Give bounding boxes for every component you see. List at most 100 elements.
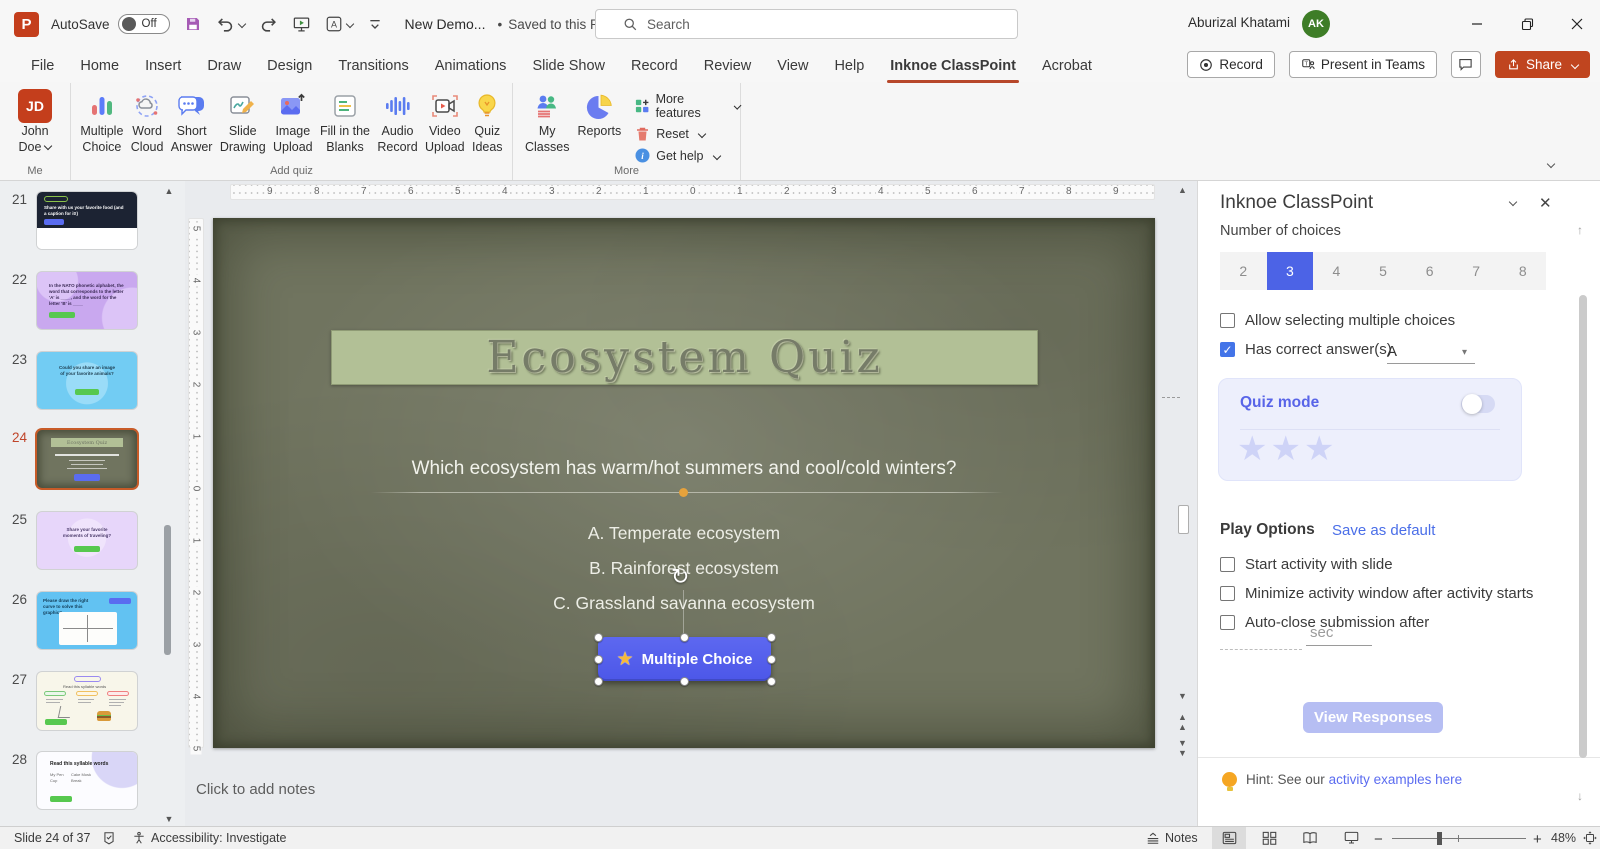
video-upload-button[interactable]: Video Upload xyxy=(425,83,465,155)
reading-view-button[interactable] xyxy=(1293,827,1327,849)
slide-info[interactable]: Slide 24 of 37 xyxy=(14,831,90,845)
minimize-window-row[interactable]: Minimize activity window after activity … xyxy=(1220,585,1533,602)
selection-handle[interactable] xyxy=(767,633,776,642)
choice-4[interactable]: 4 xyxy=(1313,252,1360,290)
slide-canvas[interactable]: Ecosystem Quiz Which ecosystem has warm/… xyxy=(213,218,1155,748)
selection-handle[interactable] xyxy=(680,677,689,686)
audio-record-button[interactable]: Audio Record xyxy=(377,83,418,155)
thumbnails-scroll-up-icon[interactable]: ▲ xyxy=(160,186,178,196)
record-button[interactable]: Record xyxy=(1187,51,1275,78)
slide-question[interactable]: Which ecosystem has warm/hot summers and… xyxy=(213,458,1155,480)
zoom-slider-track[interactable] xyxy=(1392,838,1526,839)
start-slideshow-button[interactable] xyxy=(292,15,311,34)
checkbox-unchecked[interactable] xyxy=(1220,615,1235,630)
fill-in-the-blanks-button[interactable]: Fill in the Blanks xyxy=(320,83,370,155)
accessibility-row[interactable]: Accessibility: Investigate xyxy=(132,831,286,845)
undo-button[interactable] xyxy=(216,15,246,34)
tab-home[interactable]: Home xyxy=(67,52,132,80)
present-in-teams-button[interactable]: T Present in Teams xyxy=(1288,51,1437,78)
activity-examples-link[interactable]: activity examples here xyxy=(1329,772,1463,787)
choice-5[interactable]: 5 xyxy=(1359,252,1407,290)
thumbnails-scroll-down-icon[interactable]: ▼ xyxy=(160,814,178,824)
choice-8[interactable]: 8 xyxy=(1499,252,1547,290)
tab-animations[interactable]: Animations xyxy=(422,52,520,80)
view-responses-button[interactable]: View Responses xyxy=(1303,702,1443,733)
slideshow-view-button[interactable] xyxy=(1334,827,1368,849)
restore-button[interactable] xyxy=(1504,0,1550,48)
my-classes-button[interactable]: My Classes xyxy=(525,83,569,163)
selection-handle[interactable] xyxy=(767,677,776,686)
reports-button[interactable]: Reports xyxy=(577,83,621,163)
choice-2[interactable]: 2 xyxy=(1220,252,1267,290)
search-input[interactable]: Search xyxy=(595,9,1018,39)
seconds-input[interactable] xyxy=(1220,636,1302,650)
redo-button[interactable] xyxy=(259,15,278,34)
notes-area[interactable]: Click to add notes xyxy=(185,775,1197,826)
tab-inknoe-classpoint[interactable]: Inknoe ClassPoint xyxy=(877,52,1029,83)
get-help-button[interactable]: i Get help xyxy=(635,148,740,163)
slide-thumbnail-21[interactable]: Share with us your favorite food (and a … xyxy=(37,192,137,249)
panel-close-icon[interactable]: ✕ xyxy=(1539,194,1552,212)
short-answer-button[interactable]: Short Answer xyxy=(171,83,212,155)
image-upload-button[interactable]: Image Upload xyxy=(273,83,313,155)
zoom-slider-thumb[interactable] xyxy=(1437,832,1442,845)
powerpoint-logo-icon[interactable]: P xyxy=(14,11,39,37)
tab-view[interactable]: View xyxy=(764,52,821,80)
panel-collapse-icon[interactable] xyxy=(1508,197,1518,207)
tab-draw[interactable]: Draw xyxy=(194,52,254,80)
autosave-toggle[interactable]: Off xyxy=(117,14,170,34)
horizontal-ruler[interactable]: 9 8 7 6 5 4 3 2 1 0 1 2 3 4 5 6 7 8 9 xyxy=(230,184,1155,200)
user-name[interactable]: Aburizal Khatami xyxy=(1188,15,1290,30)
has-correct-row[interactable]: Has correct answer(s) xyxy=(1220,341,1392,358)
tab-file[interactable]: File xyxy=(18,52,67,80)
user-profile-button[interactable]: JD John Doe xyxy=(0,83,70,155)
tab-design[interactable]: Design xyxy=(254,52,325,80)
close-button[interactable] xyxy=(1554,0,1600,48)
tab-acrobat[interactable]: Acrobat xyxy=(1029,52,1105,80)
choice-6[interactable]: 6 xyxy=(1406,252,1453,290)
slide-drawing-button[interactable]: Slide Drawing xyxy=(220,83,266,155)
choice-3-selected[interactable]: 3 xyxy=(1266,252,1314,290)
save-as-default-link[interactable]: Save as default xyxy=(1332,522,1435,539)
correct-answer-dropdown[interactable]: A ▾ xyxy=(1387,343,1475,364)
save-button[interactable] xyxy=(184,15,202,33)
slide-thumbnail-23[interactable]: Could you share an image of your favorit… xyxy=(37,352,137,409)
slide-thumbnail-22[interactable]: In the NATO phonetic alphabet, the word … xyxy=(37,272,137,329)
selection-handle[interactable] xyxy=(680,633,689,642)
slide-thumbnail-24-selected[interactable]: Ecosystem Quiz xyxy=(37,430,137,488)
zoom-in-button[interactable]: + xyxy=(1533,831,1542,848)
thumbnails-scrollbar[interactable] xyxy=(164,525,171,655)
allow-multiple-row[interactable]: Allow selecting multiple choices xyxy=(1220,312,1455,329)
slide-thumbnail-27[interactable]: Read this syllable words xyxy=(37,672,137,730)
vertical-ruler[interactable]: 5 4 3 2 1 0 1 2 3 4 5 xyxy=(188,218,204,755)
minimize-button[interactable] xyxy=(1454,0,1500,48)
checkbox-unchecked[interactable] xyxy=(1220,557,1235,572)
editor-scrollbar[interactable]: ▲ ▼ ▲ ▲ ▼ ▼ xyxy=(1176,181,1192,826)
selection-handle[interactable] xyxy=(594,655,603,664)
panel-scrollbar-thumb[interactable] xyxy=(1579,295,1587,758)
checkbox-unchecked[interactable] xyxy=(1220,586,1235,601)
start-activity-row[interactable]: Start activity with slide xyxy=(1220,556,1393,573)
tab-record[interactable]: Record xyxy=(618,52,691,80)
zoom-out-button[interactable]: − xyxy=(1374,831,1383,848)
slide-sorter-view-button[interactable] xyxy=(1252,827,1286,849)
fit-slide-to-window-button[interactable] xyxy=(1580,827,1600,849)
tab-transitions[interactable]: Transitions xyxy=(325,52,421,80)
tab-review[interactable]: Review xyxy=(691,52,765,80)
slide-option-a[interactable]: A. Temperate ecosystem xyxy=(213,523,1155,544)
quiz-mode-toggle[interactable] xyxy=(1461,394,1495,414)
share-button[interactable]: Share xyxy=(1494,51,1590,78)
word-cloud-button[interactable]: Word Cloud xyxy=(131,83,163,155)
reset-button[interactable]: Reset xyxy=(635,126,740,142)
multiple-choice-slide-button[interactable]: ★ Multiple Choice xyxy=(598,637,771,681)
quiz-ideas-button[interactable]: Quiz Ideas xyxy=(472,83,503,155)
choice-7[interactable]: 7 xyxy=(1452,252,1500,290)
multiple-choice-button[interactable]: Multiple Choice xyxy=(80,83,123,155)
checkbox-checked[interactable] xyxy=(1220,342,1235,357)
more-features-button[interactable]: More features xyxy=(635,92,742,120)
selection-handle[interactable] xyxy=(767,655,776,664)
seconds-unit-dropdown[interactable]: sec ▾ xyxy=(1306,624,1372,646)
style-button[interactable]: A xyxy=(325,15,354,33)
slide-thumbnail-25[interactable]: Share your favorite moments of traveling… xyxy=(37,512,137,569)
scroll-down-icon[interactable]: ▼ xyxy=(1178,691,1187,701)
